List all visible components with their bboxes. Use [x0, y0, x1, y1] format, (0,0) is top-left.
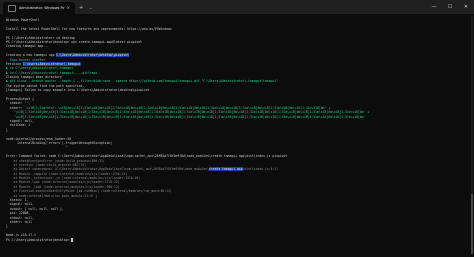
terminal-text: PS C:\Users\Administrator\desktop> [6, 237, 72, 242]
terminal-text: PS C:\Users\Administrator\desktop> npx c… [6, 39, 142, 44]
tab-close-icon[interactable]: × [67, 6, 70, 10]
terminal-text: Error: Command failed: node C:\Users\Adm… [6, 154, 288, 159]
terminal-text: at Module._extensions..js (node:internal… [6, 176, 141, 181]
terminal-text: } [6, 224, 8, 229]
terminal-text: Windows PowerShell [6, 18, 40, 22]
terminal-text: [tamagui] Failed to copy example into C:… [6, 88, 150, 93]
terminal-text: at checkExecSyncError (node:child_proces… [6, 158, 105, 163]
terminal-text: C:\Users\Administrator\desktop\pixpivot [56, 53, 129, 58]
window-controls: — ☐ ✕ [426, 0, 474, 14]
terminal-text: Creating tamagui app... [6, 44, 49, 49]
terminal-text: '', [24, 101, 31, 106]
terminal-text: '\x1B[1;31m\x1B[0m\x1B[1;31m\x1B[0m\x1B[… [6, 110, 370, 115]
terminal-text: stdout: null, [6, 215, 34, 220]
terminal-text: pid: 12008, [6, 211, 31, 216]
terminal-text: '\x1B[1;31mfatal: \x1B[0m\x1B[1;31m\x1B[… [24, 105, 331, 110]
scrollbar[interactable] [471, 16, 473, 254]
terminal-line: PS C:\Users\Administrator\desktop> [6, 237, 468, 242]
terminal-text: internalBinding('errors').triggerUncaugh… [6, 140, 113, 145]
terminal-text: ProcessOutput { [6, 97, 34, 102]
terminal-text: at Function.executeUserEntryPoint [as ru… [6, 189, 172, 194]
terminal-text: output: [ null, null, null ], [6, 206, 64, 211]
scrollbar-thumb[interactable] [471, 194, 473, 254]
maximize-button[interactable]: ☐ [442, 0, 458, 14]
terminal-text: \dist\index.js:4:1) [242, 167, 278, 172]
terminal-text: at Module._compile (node:internal/module… [6, 171, 128, 176]
tab-title: Administrator: Windows Pow [19, 6, 64, 10]
powershell-icon [8, 4, 16, 12]
terminal-text: '\x1B[1;31m\x1B[0m\x1B[1;31m\x1B[0m\x1B[… [6, 114, 366, 119]
terminal-text: ▶ cd C:\Users\Administrator\.tamagui [6, 66, 74, 71]
terminal-text: stderr: null [6, 219, 33, 224]
terminal-text: ▶ git clone --branch master --depth 1 --… [6, 79, 278, 84]
terminal-text: Fetching [6, 61, 23, 66]
terminal-text: node:internal/process/esm_loader:40 [6, 136, 72, 141]
terminal-text: Node.js v18.17.1 [6, 233, 36, 238]
terminal-text: at node:internal/main/run_main_module:23… [6, 193, 98, 198]
terminal-text: stdout: [6, 101, 25, 106]
terminal-text: Cloning tamagui base directory [6, 75, 62, 80]
text-cursor [71, 237, 74, 242]
terminal-text: - Expo Router starter [6, 57, 46, 62]
terminal-tab[interactable]: Administrator: Windows Pow × [3, 2, 75, 14]
terminal-text: ▶ cd C:\Users\Administrator\.tamagui\...… [6, 70, 98, 75]
title-bar: Administrator: Windows Pow × + ⌄ — ☐ ✕ [0, 0, 474, 14]
terminal-text: create-tamagui-app [209, 167, 243, 172]
terminal-text: ^ [6, 145, 68, 150]
terminal-text: } [6, 127, 8, 132]
minimize-button[interactable]: — [426, 0, 442, 14]
terminal-text: at execSync (node:child_process:962:15) [6, 162, 87, 167]
terminal-text: PS C:\Users\Administrator> cd desktop [6, 35, 75, 40]
terminal-text: exitCode: 1 [6, 123, 31, 128]
tab-dropdown-icon[interactable]: ⌄ [87, 2, 94, 14]
new-tab-button[interactable]: + [75, 2, 87, 14]
terminal-text: Creating a new tamagui app [6, 53, 57, 58]
terminal-text: Install the latest PowerShell for new fe… [6, 26, 172, 31]
terminal-text: stderr: [6, 105, 25, 110]
terminal-text: at Object.<anonymous> (C:\Users\Administ… [6, 167, 210, 172]
terminal-text: The system cannot find the path specifie… [6, 83, 85, 88]
terminal-text: at Module._load (node:internal/modules/c… [6, 184, 120, 189]
terminal-window: Administrator: Windows Pow × + ⌄ — ☐ ✕ W… [0, 0, 474, 257]
terminal-text: status: 1, [6, 198, 29, 203]
terminal-text: C:\Users\Administrator\.tamagui [22, 61, 81, 66]
terminal-text: signal: null, [6, 202, 34, 207]
close-button[interactable]: ✕ [458, 0, 474, 14]
terminal-text: at Module.load (node:internal/modules/cj… [6, 180, 120, 185]
terminal-text: signal: null, [6, 118, 34, 123]
terminal-output[interactable]: Windows PowerShell Install the latest Pow… [0, 14, 474, 246]
